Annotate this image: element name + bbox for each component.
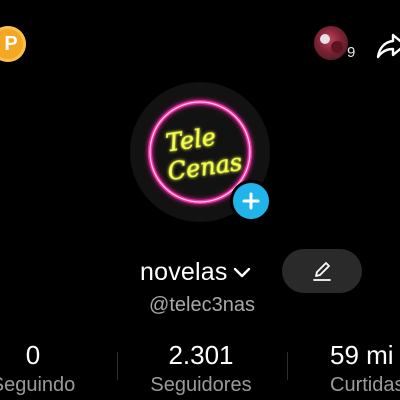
- stat-following[interactable]: 0 Seguindo: [0, 340, 106, 398]
- username: novelas: [140, 257, 228, 286]
- stat-followers[interactable]: 2.301 Seguidores: [128, 340, 274, 398]
- stat-divider: [117, 352, 118, 380]
- stat-value: 2.301: [168, 340, 234, 370]
- story-avatar[interactable]: [314, 26, 348, 60]
- stat-divider: [287, 352, 288, 380]
- coin-letter: P: [4, 32, 18, 55]
- edit-icon: [313, 262, 331, 281]
- add-photo-button[interactable]: [230, 180, 272, 222]
- stat-label: Seguidores: [150, 374, 252, 396]
- stat-value: 0: [25, 340, 41, 370]
- profile-screen: P 9 Tele Cenas novelas @telec3nas 0 egui…: [0, 0, 400, 400]
- chevron-down-icon: [233, 267, 250, 278]
- stat-label: Seguindo: [0, 374, 76, 396]
- edit-profile-button[interactable]: [282, 249, 362, 293]
- story-count: 9: [347, 44, 356, 61]
- user-handle: @telec3nas: [149, 294, 255, 316]
- stat-likes[interactable]: 59 mi Curtidas: [318, 340, 400, 398]
- stat-label: Curtidas: [330, 374, 400, 396]
- add-icon: [242, 192, 260, 210]
- coin-icon[interactable]: P: [0, 26, 26, 62]
- stat-value: 59 mi: [330, 340, 394, 370]
- username-switcher[interactable]: novelas: [140, 256, 251, 288]
- share-icon[interactable]: [376, 30, 400, 60]
